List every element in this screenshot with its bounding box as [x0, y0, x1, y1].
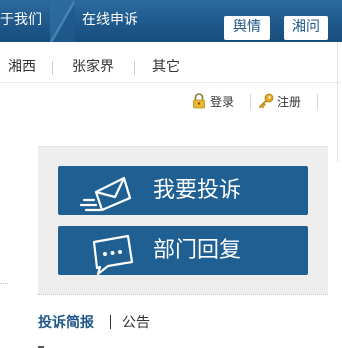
complain-button[interactable]: 我要投诉 — [58, 166, 308, 215]
region-divider — [52, 61, 53, 75]
region-row: 湘西 张家界 其它 — [0, 52, 342, 82]
complain-button-label: 我要投诉 — [153, 178, 242, 203]
tab-separator — [110, 315, 111, 329]
nav-separator — [50, 0, 74, 42]
dept-reply-button-label: 部门回复 — [153, 238, 242, 263]
public-opinion-button[interactable]: 舆情 — [224, 16, 270, 40]
region-link-xiangxi[interactable]: 湘西 — [8, 52, 36, 82]
envelope-icon — [80, 176, 132, 212]
login-link[interactable]: 登录 — [192, 90, 234, 112]
chat-bubble-icon — [92, 234, 134, 276]
complaint-panel: 我要投诉 部门回复 — [38, 146, 328, 294]
panel-dotted-divider — [38, 294, 328, 295]
region-link-other[interactable]: 其它 — [152, 52, 180, 82]
region-divider — [134, 61, 135, 75]
key-icon — [259, 93, 274, 108]
region-underline — [0, 82, 342, 83]
login-label: 登录 — [210, 94, 235, 109]
consult-button[interactable]: 湘问 — [284, 16, 328, 40]
tab-notice[interactable]: 公告 — [122, 312, 150, 332]
tab-complaint-brief[interactable]: 投诉简报 — [38, 312, 94, 332]
nav-link-online-complaint[interactable]: 在线申诉 — [82, 0, 138, 42]
dept-reply-button[interactable]: 部门回复 — [58, 226, 308, 276]
nav-link-about-us[interactable]: 于我们 — [0, 0, 42, 42]
top-nav-bar: 于我们 在线申诉 舆情 湘问 — [0, 0, 342, 42]
register-link[interactable]: 注册 — [258, 90, 301, 112]
left-dotted-divider — [0, 283, 8, 284]
lock-icon — [193, 93, 205, 109]
clipped-list-row — [38, 340, 298, 348]
account-divider — [317, 94, 318, 109]
page-edge-line — [337, 42, 338, 162]
register-label: 注册 — [277, 94, 302, 109]
region-link-zhangjiajie[interactable]: 张家界 — [72, 52, 114, 82]
account-divider — [250, 94, 251, 109]
